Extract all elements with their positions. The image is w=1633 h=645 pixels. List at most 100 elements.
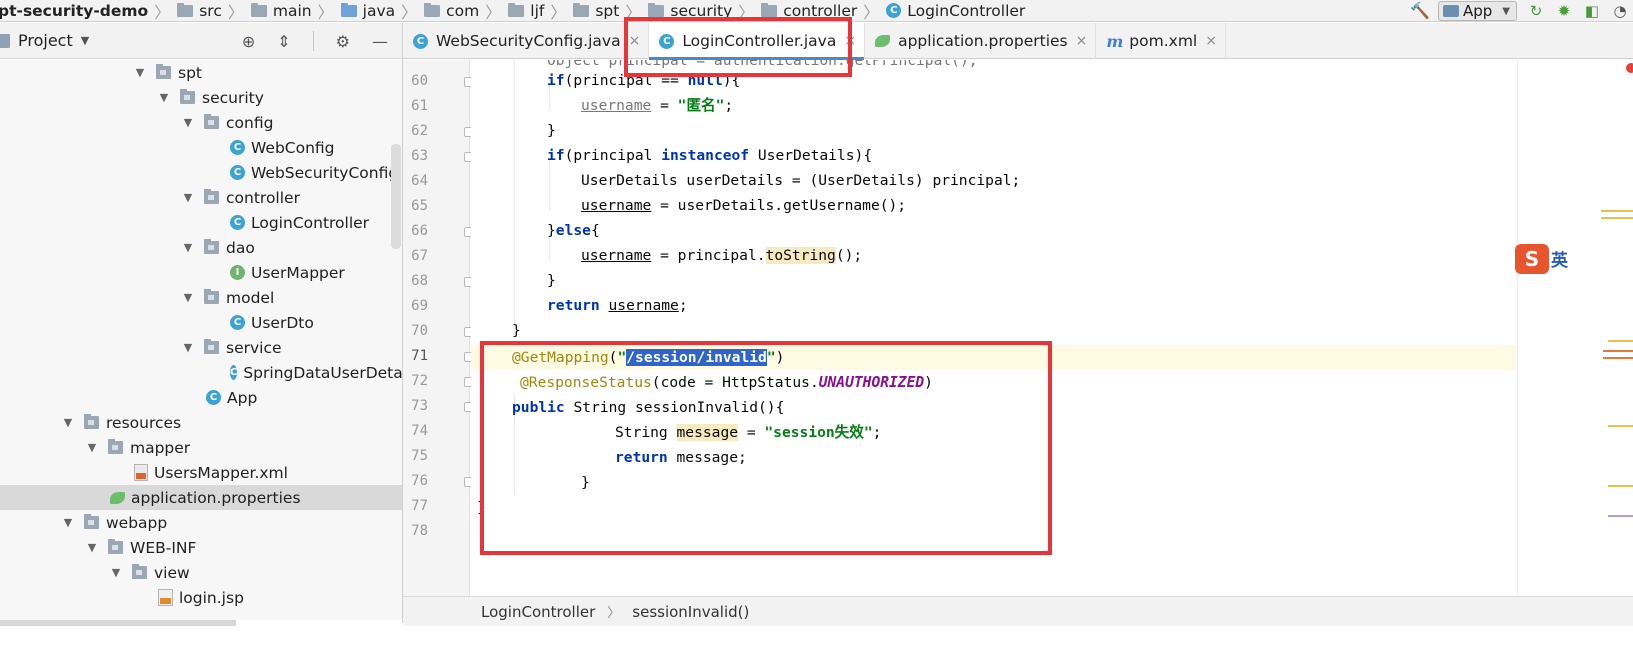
code-line-63: if(principal instanceof UserDetails){	[547, 147, 873, 164]
line-number: 73	[411, 398, 428, 414]
breadcrumb-class[interactable]: LoginController	[481, 603, 595, 621]
warning-marker[interactable]	[1601, 217, 1633, 219]
tree-item-config[interactable]: ▼ config	[0, 110, 402, 135]
expand-arrow-icon[interactable]: ▼	[182, 191, 194, 204]
ime-mode-indicator[interactable]: 英	[1551, 246, 1568, 271]
line-number: 66	[411, 223, 428, 239]
tree-item-websecurityconfig[interactable]: C WebSecurityConfig	[0, 160, 402, 185]
expand-arrow-icon[interactable]: ▼	[182, 291, 194, 304]
tree-item-dao[interactable]: ▼ dao	[0, 235, 402, 260]
run-configuration-select[interactable]: App ▼	[1437, 1, 1517, 21]
warning-marker[interactable]	[1603, 357, 1633, 359]
tree-item-usermapper[interactable]: I UserMapper	[0, 260, 402, 285]
breadcrumb-project[interactable]: pt-security-demo	[0, 0, 148, 21]
breadcrumb-logincontroller[interactable]: C LoginController	[886, 0, 1025, 21]
editor-breadcrumb-bar: LoginController 〉 sessionInvalid()	[403, 596, 1633, 626]
tree-item-view[interactable]: ▼ view	[0, 560, 402, 585]
expand-arrow-icon[interactable]: ▼	[182, 241, 194, 254]
tree-item-webapp[interactable]: ▼ webapp	[0, 510, 402, 535]
tree-item-model[interactable]: ▼ model	[0, 285, 402, 310]
editor-gutter[interactable]: 60 61 62 63 64 65 66 67 68 69 70 71 72 7…	[403, 60, 474, 596]
expand-arrow-icon[interactable]: ▼	[62, 516, 74, 529]
tree-item-resources[interactable]: ▼ resources	[0, 410, 402, 435]
rerun-icon[interactable]: ↻	[1527, 2, 1545, 20]
expand-arrow-icon[interactable]: ▼	[86, 541, 98, 554]
warning-marker[interactable]	[1608, 425, 1633, 427]
breadcrumb-spt[interactable]: spt	[573, 0, 619, 21]
tree-scrollbar[interactable]	[391, 144, 401, 249]
tree-item-app[interactable]: C App	[0, 385, 402, 410]
tree-horizontal-scrollbar[interactable]	[0, 620, 236, 626]
tree-item-application-properties[interactable]: application.properties	[0, 485, 402, 510]
breadcrumb-ljf[interactable]: ljf	[508, 0, 544, 21]
warning-marker[interactable]	[1603, 350, 1633, 352]
close-icon[interactable]: ×	[1205, 33, 1217, 49]
expand-arrow-icon[interactable]: ▼	[182, 116, 194, 129]
code-line-66: }else{	[547, 222, 600, 239]
info-marker[interactable]	[1608, 515, 1633, 517]
folder-icon	[132, 564, 147, 579]
tree-item-controller[interactable]: ▼ controller	[0, 185, 402, 210]
chevron-down-icon: ▼	[1502, 5, 1510, 17]
folder-icon	[108, 539, 123, 554]
toolbar: 🔨 App ▼ ↻ ✹ ◧ ◔	[1409, 0, 1633, 21]
expand-arrow-icon[interactable]: ▼	[110, 566, 122, 579]
gear-icon[interactable]: ⚙	[336, 32, 350, 51]
error-indicator-icon[interactable]	[1626, 63, 1633, 73]
tree-item-spt[interactable]: ▼ spt	[0, 60, 402, 85]
expand-arrow-icon[interactable]: ▼	[182, 341, 194, 354]
tree-item-userdto[interactable]: C UserDto	[0, 310, 402, 335]
close-icon[interactable]: ×	[1076, 33, 1088, 49]
tree-item-security[interactable]: ▼ security	[0, 85, 402, 110]
line-number: 62	[411, 123, 428, 139]
expand-arrow-icon[interactable]: ▼	[158, 91, 170, 104]
collapse-all-icon[interactable]: ⇕	[277, 32, 290, 51]
error-stripe[interactable]	[1517, 60, 1633, 596]
class-icon: C	[413, 33, 428, 49]
warning-marker[interactable]	[1601, 210, 1633, 212]
expand-arrow-icon[interactable]: ▼	[134, 66, 146, 79]
tree-item-web-inf[interactable]: ▼ WEB-INF	[0, 535, 402, 560]
breadcrumb-method[interactable]: sessionInvalid()	[632, 603, 749, 621]
resources-folder-icon	[84, 414, 99, 429]
breadcrumb-java[interactable]: java	[340, 0, 395, 21]
project-view-selector[interactable]: Project	[18, 31, 73, 50]
tree-item-mapper[interactable]: ▼ mapper	[0, 435, 402, 460]
breadcrumb-com[interactable]: com	[424, 0, 479, 21]
tree-item-service[interactable]: ▼ service	[0, 335, 402, 360]
package-icon	[573, 2, 590, 17]
class-icon: C	[230, 215, 245, 230]
warning-marker[interactable]	[1608, 340, 1633, 342]
expand-arrow-icon[interactable]: ▼	[62, 416, 74, 429]
tab-websecurityconfig[interactable]: C WebSecurityConfig.java ×	[403, 23, 650, 59]
ime-logo-icon[interactable]: S	[1515, 244, 1549, 274]
profiler-icon[interactable]: ◔	[1611, 2, 1629, 20]
code-line-62: }	[547, 122, 556, 139]
tab-application-properties[interactable]: application.properties ×	[865, 23, 1097, 59]
breadcrumb-main[interactable]: main	[250, 0, 312, 21]
breadcrumb-src[interactable]: src	[177, 0, 222, 21]
tree-item-usersmapper-xml[interactable]: UsersMapper.xml	[0, 460, 402, 485]
line-number: 67	[411, 248, 428, 264]
tab-pom-xml[interactable]: m pom.xml ×	[1096, 23, 1226, 59]
xml-file-icon	[134, 464, 148, 481]
package-icon	[180, 89, 195, 104]
code-line-69: return username;	[547, 297, 688, 314]
debug-bug-icon[interactable]: ✹	[1555, 2, 1573, 20]
build-hammer-icon[interactable]: 🔨	[1410, 3, 1430, 19]
code-line-67: username = principal.toString();	[581, 247, 863, 264]
folder-icon	[108, 439, 123, 454]
expand-arrow-icon[interactable]: ▼	[86, 441, 98, 454]
tree-item-webconfig[interactable]: C WebConfig	[0, 135, 402, 160]
locate-file-icon[interactable]: ⊕	[242, 32, 255, 51]
class-icon: C	[886, 3, 902, 18]
coverage-icon[interactable]: ◧	[1583, 2, 1601, 20]
code-line-64: UserDetails userDetails = (UserDetails) …	[581, 172, 1021, 189]
warning-marker[interactable]	[1608, 485, 1633, 487]
tree-item-springdatauserdetail[interactable]: C SpringDataUserDetail	[0, 360, 402, 385]
tree-item-logincontroller[interactable]: C LoginController	[0, 210, 402, 235]
project-window-icon	[0, 33, 10, 48]
hide-panel-icon[interactable]: —	[372, 32, 388, 51]
tree-item-login-jsp[interactable]: login.jsp	[0, 585, 402, 610]
chevron-down-icon[interactable]: ▼	[81, 34, 89, 47]
